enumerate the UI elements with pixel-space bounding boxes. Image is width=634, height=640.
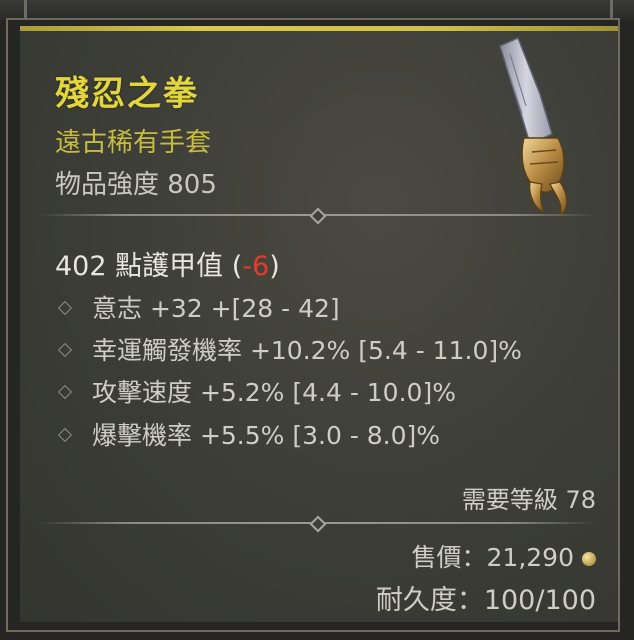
tooltip-window: 殘忍之拳 遠古稀有手套 物品強度 805 402 點護甲值 (-6) 意志 +3… (0, 0, 634, 640)
gauntlet-icon (499, 36, 568, 218)
strip-separator (610, 0, 613, 20)
affix-text: 意志 +32 +[28 - 42] (92, 294, 340, 323)
armor-delta: -6 (242, 251, 270, 282)
affix-bullet-icon (57, 427, 73, 443)
armor-value: 402 點護甲值 (-6) (55, 244, 280, 283)
section-divider (40, 207, 595, 225)
armor-open-paren: ( (231, 251, 243, 282)
durability: 耐久度：100/100 (375, 585, 596, 616)
affix-text: 幸運觸發機率 +10.2% [5.4 - 11.0]% (92, 336, 522, 365)
item-power: 物品強度 805 (55, 170, 217, 200)
armor-label: 402 點護甲值 (55, 251, 224, 282)
affix-text: 爆擊機率 +5.5% [3.0 - 8.0]% (92, 421, 441, 450)
sell-price-label: 售價：21,290 (411, 543, 574, 572)
affix-bullet-icon (57, 342, 73, 358)
rarity-border (20, 26, 618, 31)
affix-bullet-icon (57, 300, 73, 316)
affix-line: 攻擊速度 +5.2% [4.4 - 10.0]% (57, 373, 456, 409)
gold-coin-icon (582, 552, 596, 566)
item-name: 殘忍之拳 (55, 74, 199, 114)
top-strip (0, 0, 634, 20)
section-divider (40, 515, 595, 533)
sell-price: 售價：21,290 (412, 538, 596, 574)
affix-line: 爆擊機率 +5.5% [3.0 - 8.0]% (57, 416, 441, 452)
armor-close-paren: ) (269, 251, 280, 282)
affix-bullet-icon (57, 384, 73, 400)
affix-line: 意志 +32 +[28 - 42] (57, 289, 340, 325)
affix-line: 幸運觸發機率 +10.2% [5.4 - 11.0]% (57, 331, 522, 367)
required-level: 需要等級 78 (461, 486, 596, 514)
strip-separator (24, 0, 27, 20)
affix-text: 攻擊速度 +5.2% [4.4 - 10.0]% (92, 378, 456, 407)
item-type: 遠古稀有手套 (55, 128, 212, 158)
